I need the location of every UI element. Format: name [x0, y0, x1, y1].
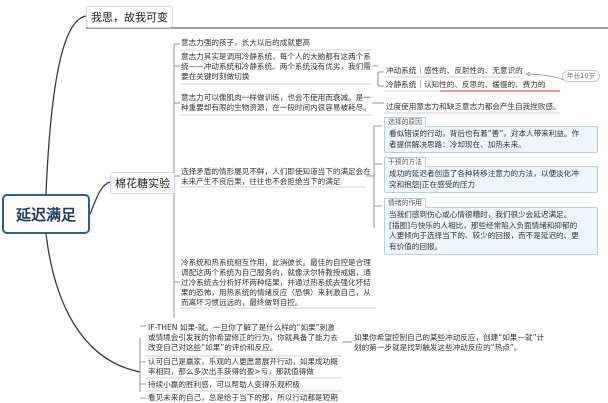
cold-hot-4: 果的恐怖，用热系统的情绪反应（恐惧）来刺激自己，从 [181, 288, 371, 297]
reason-line-1: 看似错误的行动，背后也有着“善”，对本人带来利益。作 [389, 129, 580, 138]
branch-root-to-marshmallow [89, 181, 111, 215]
note-muscle-1: 意志力可以像肌肉一样做训练，也会不使用而衰减。是一 [181, 93, 371, 102]
reason-line-2: 者提供解决思路：冷却现在、加热未来。 [389, 139, 526, 149]
note-calm-system-1: 意志力其实是调用冷静系统，每个人的大脑都有这两个系 [181, 52, 371, 61]
overuse-note: 过度使用意志力和缺乏意志力都会产生自我挫败感。 [386, 102, 561, 111]
emotion-box: 情绪的作用 当我们感到伤心或心情很糟时，我们很少会延迟满足。 [插图]与快乐的人… [384, 198, 598, 255]
bottom-note-3: 持续小赢的胜利感，可以帮助人变得乐观积极 [148, 380, 300, 389]
emotion-line-2: [插图]与快乐的人相比，那些经常陷入负面情绪和抑郁的 [389, 220, 578, 230]
ifthen-right-1: 如果你希望控制自己的某些冲动反应，创建“如果—就”计 [354, 333, 545, 342]
ifthen-bracket [139, 325, 146, 399]
branch-root-to-top [45, 15, 87, 195]
intervention-line-2: 突和抱怨|正在感受的压力 [389, 179, 476, 189]
emotion-line-4: 有价值的回报。 [389, 241, 443, 251]
ifthen-left-3: 改变自己对这些“如果”的评价和反应。 [148, 343, 278, 352]
bottom-note-4: 看见未来的自己，总是给于当下的那，所以行动都是短期 [148, 393, 338, 402]
cold-hot-1: 冷系统和热系统相互作用，此消彼长。最佳的自控是合理 [181, 258, 371, 267]
systems-bracket [372, 65, 384, 87]
emotion-line-3: 人更倾向于选择当下的、较少的回报，而不是延迟的、更 [389, 231, 579, 241]
note-willpower-kids: 意志力强的孩子，长大以后的成就更高 [181, 38, 311, 47]
reason-box: 选择的原因 看似错误的行动，背后也有着“善”，对本人带来利益。作 者提供解决思路… [384, 117, 598, 153]
ifthen-right-2: 划的第一步就是找到触发这些冲动反应的“热点”。 [354, 343, 522, 352]
impulsive-system: 冲动系统｜感性的、反射性的、无意识的 [386, 66, 523, 75]
bottom-note-1: 认可自己是赢家，乐观的人更愿意展开行动，如果成功概 [148, 357, 338, 366]
choice-note-2: 未来产生不良后果，往往也不会拒绝当下的满足 [181, 177, 341, 186]
root-node[interactable]: 延迟满足 [2, 194, 90, 234]
ifthen-left-2: 或情境会引发我的你希望修正的行为，你就具备了能力去 [148, 333, 338, 342]
emotion-box-header: 情绪的作用 [384, 198, 426, 208]
note-muscle-2: 种重要却有限的生物资源，在一段时间内很容易被耗尽。 [181, 103, 371, 112]
age-tag: 年长10岁 [562, 70, 601, 82]
calm-system: 冷静系统｜认知性的、反思的、缓慢的、费力的 [386, 80, 546, 89]
ifthen-left-1: IF-THEN 如果-就。一旦你了解了是什么样的“如果”刺激 [148, 323, 335, 332]
topic-marshmallow[interactable]: 棉花糖实验 [110, 172, 175, 194]
reason-box-header: 选择的原因 [384, 117, 426, 127]
cold-hot-2: 调配这两个系统为自己服务的，就像沃尔特教授戒烟，通 [181, 268, 371, 277]
intervention-box: 干预的方法 成功的延迟者创造了各种转移注意力的方法，以便淡化冲 突和抱怨|正在感… [384, 157, 598, 193]
note-calm-system-2: 统——冲动系统和冷静系统。两个系统没有优劣，我们需 [181, 62, 371, 71]
emotion-line-1: 当我们感到伤心或心情很糟时，我们很少会延迟满足。 [389, 210, 572, 219]
note-calm-system-3: 要在关键时刻做切换 [181, 72, 250, 81]
choice-note-1: 选择矛盾的情形屡见不鲜，人们即使知道当下的满足会在 [181, 167, 371, 176]
cold-hot-3: 过冷系统去分析好坏两种结果，并通过热系统去强化坏结 [181, 278, 371, 287]
bottom-note-2: 率相同，那么多次出手获得的盈>亏，那就值得做 [148, 367, 314, 376]
branch-root-to-bottom [45, 233, 141, 373]
cold-hot-5: 而离坏习惯远远的，最终做到自控。 [181, 298, 303, 307]
topic-top[interactable]: 我思，故我可变 [86, 6, 173, 28]
intervention-line-1: 成功的延迟者创造了各种转移注意力的方法，以便淡化冲 [389, 169, 579, 178]
intervention-box-header: 干预的方法 [384, 157, 426, 167]
